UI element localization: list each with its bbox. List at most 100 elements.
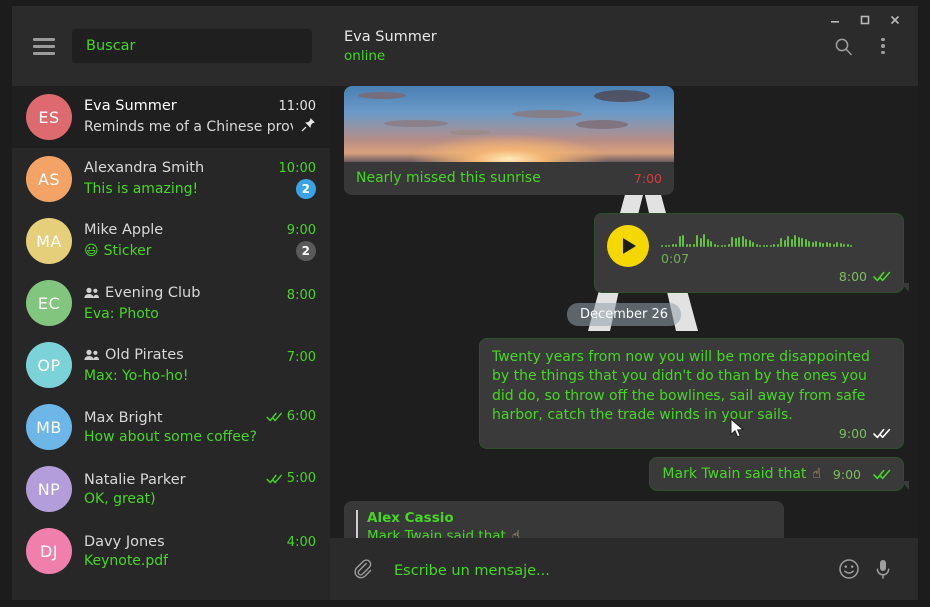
bubble-tail <box>901 481 909 491</box>
sidebar-search-bar: Buscar <box>12 6 330 86</box>
text-message-bubble[interactable]: Twenty years from now you will be more d… <box>479 338 904 450</box>
waveform-bar <box>685 243 688 247</box>
waveform-bar <box>664 244 667 247</box>
hamburger-menu-icon[interactable] <box>28 30 60 62</box>
chat-name: Evening Club <box>84 285 200 301</box>
waveform-bar <box>790 238 793 247</box>
minimize-icon[interactable] <box>822 9 848 31</box>
waveform-bar <box>724 244 726 247</box>
maximize-icon[interactable] <box>852 9 878 31</box>
chat-list-item[interactable]: MA Mike Apple 9:00 😃 Sticker 2 <box>12 210 330 272</box>
avatar[interactable]: DJ <box>26 528 72 574</box>
avatar[interactable]: OP <box>26 342 72 388</box>
chat-list-item[interactable]: AS Alexandra Smith 10:00 This is amazing! 2 <box>12 148 330 210</box>
chat-timestamp-text: 5:00 <box>286 471 316 487</box>
waveform-bar <box>804 238 807 247</box>
play-icon[interactable] <box>607 225 649 267</box>
chat-name: Davy Jones <box>84 534 165 550</box>
chat-timestamp-text: 4:00 <box>286 534 316 550</box>
waveform-bar <box>776 243 779 247</box>
chat-list-item[interactable]: MB Max Bright 6:00 How about some coffee? <box>12 396 330 458</box>
read-ticks-icon <box>266 474 283 484</box>
waveform-bar <box>829 242 831 247</box>
chat-timestamp: 10:00 <box>279 161 316 176</box>
sidebar: Buscar ES Eva Summer 11:00 Reminds me of a … <box>12 6 330 600</box>
voice-timestamp: 8:00 <box>838 269 867 284</box>
close-icon[interactable] <box>882 9 908 31</box>
window-controls <box>808 6 918 34</box>
waveform-bar <box>748 239 751 247</box>
search-icon[interactable] <box>826 29 860 63</box>
chat-preview: This is amazing! <box>84 181 198 197</box>
waveform-bar <box>710 240 712 247</box>
attachment-icon[interactable] <box>346 552 380 586</box>
chat-name: Max Bright <box>84 410 163 426</box>
avatar[interactable]: EC <box>26 280 72 326</box>
waveform-bar <box>661 244 663 247</box>
chat-name-text: Evening Club <box>105 284 201 301</box>
avatar[interactable]: MB <box>26 404 72 450</box>
chat-list[interactable]: ES Eva Summer 11:00 Reminds me of a Chinese… <box>12 86 330 600</box>
avatar[interactable]: NP <box>26 466 72 512</box>
chat-list-item[interactable]: NP Natalie Parker 5:00 OK, great) <box>12 458 330 520</box>
waveform-bar <box>780 237 782 247</box>
chat-name: Natalie Parker <box>84 472 186 488</box>
chat-name: Mike Apple <box>84 222 163 238</box>
chat-preview: Eva: Photo <box>84 306 159 322</box>
quoted-message[interactable]: Alex Cassio Mark Twain said that ☝ <box>356 510 772 538</box>
text-message-bubble[interactable]: Mark Twain said that ☝ 9:00 <box>649 457 909 492</box>
chat-timestamp: 8:00 <box>287 288 316 303</box>
waveform-bar <box>801 237 803 247</box>
chat-preview-text: Keynote.pdf <box>84 552 169 569</box>
message-row-twain: Mark Twain said that ☝ 9:00 <box>344 457 909 492</box>
voice-waveform[interactable] <box>661 227 891 247</box>
chat-timestamp: 5:00 <box>266 471 316 486</box>
avatar[interactable]: MA <box>26 218 72 264</box>
waveform-bar <box>671 243 674 247</box>
waveform-bar <box>839 242 842 247</box>
chat-list-item[interactable]: OP Old Pirates 7:00 Max: Yo-ho-ho! <box>12 334 330 396</box>
chat-preview-text: OK, great) <box>84 490 156 507</box>
waveform-bar <box>752 241 754 247</box>
chat-list-item[interactable]: DJ Davy Jones 4:00 Keynote.pdf <box>12 520 330 582</box>
waveform-bar <box>745 238 747 247</box>
waveform-bar <box>682 234 684 247</box>
photo-message-bubble[interactable]: Nearly missed this sunrise 7:00 <box>344 86 674 195</box>
pin-icon <box>301 117 316 136</box>
waveform-bar <box>692 243 695 247</box>
chat-timestamp-text: 9:00 <box>286 222 316 238</box>
chat-list-item[interactable]: ES Eva Summer 11:00 Reminds me of a Chinese… <box>12 86 330 148</box>
message-input[interactable]: Escribe un mensaje... <box>380 560 832 579</box>
microphone-icon[interactable] <box>866 552 900 586</box>
chat-name-text: Old Pirates <box>105 346 184 363</box>
waveform-bar <box>822 242 824 247</box>
waveform-bar <box>717 244 719 247</box>
waveform-bar <box>818 241 821 247</box>
waveform-bar <box>668 244 670 247</box>
avatar[interactable]: AS <box>26 156 72 202</box>
chat-list-item[interactable]: EC Evening Club 8:00 Eva: Photo <box>12 272 330 334</box>
chat-name-text: Davy Jones <box>84 533 165 550</box>
chat-name-text: Eva Summer <box>84 98 177 114</box>
sunrise-photo[interactable] <box>344 86 674 162</box>
search-input[interactable]: Buscar <box>72 29 312 63</box>
waveform-bar <box>836 241 838 247</box>
waveform-bar <box>794 234 796 247</box>
more-options-icon[interactable] <box>866 29 900 63</box>
waveform-bar <box>769 244 772 247</box>
waveform-bar <box>762 244 765 247</box>
waveform-bar <box>696 234 698 247</box>
message-composer: Escribe un mensaje... <box>330 538 918 600</box>
chat-timestamp-text: 8:00 <box>286 287 316 303</box>
waveform-bar <box>783 239 786 247</box>
emoji-icon[interactable] <box>832 552 866 586</box>
read-ticks-icon <box>266 412 283 422</box>
waveform-bar <box>815 240 817 247</box>
chat-timestamp: 11:00 <box>279 99 316 114</box>
message-row-reply: Alex Cassio Mark Twain said that ☝ Remin… <box>344 501 904 538</box>
chat-timestamp: 7:00 <box>287 350 316 365</box>
voice-message-bubble[interactable]: 0:07 8:00 <box>594 213 909 293</box>
reply-message-bubble[interactable]: Alex Cassio Mark Twain said that ☝ Remin… <box>344 501 784 538</box>
avatar[interactable]: ES <box>26 94 72 140</box>
waveform-bar <box>811 241 814 247</box>
